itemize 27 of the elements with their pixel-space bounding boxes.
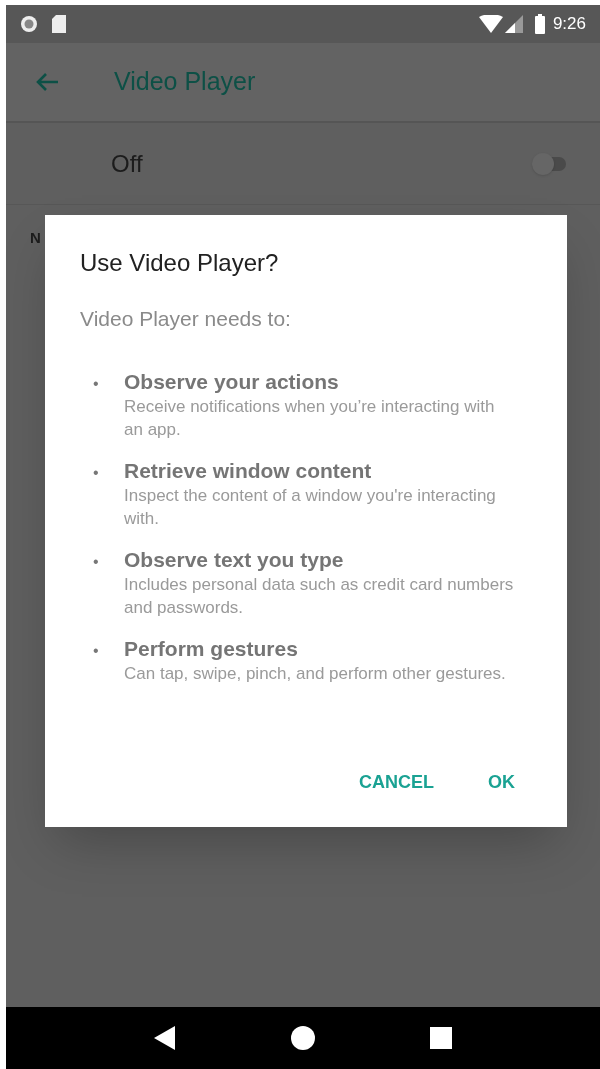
ok-button[interactable]: OK [486,765,517,800]
bullet: • [92,551,100,572]
bullet: • [92,462,100,483]
home-icon[interactable] [291,1026,315,1050]
battery-icon [534,14,545,34]
app-bar-title: Video Player [114,66,256,98]
dialog-subtitle: Video Player needs to: [80,306,291,332]
switch-label: Off [111,148,143,179]
section-heading: N [30,228,41,248]
status-time: 9:26 [552,13,586,36]
sd-card-icon [51,14,67,34]
permission-title: Observe your actions [124,368,339,395]
signal-icon [504,15,523,33]
permission-description: Can tap, swipe, pinch, and perform other gestures. [124,662,507,685]
permission-title: Observe text you type [124,546,344,573]
permission-description: Inspect the content of a window you're interacting with. [124,484,497,530]
record-icon [20,15,38,33]
bullet: • [92,373,100,394]
cancel-button[interactable]: CANCEL [357,765,436,800]
permission-description: Includes personal data such as credit card numbers and passwords. [124,573,514,619]
recents-icon[interactable] [430,1027,453,1049]
back-icon[interactable] [153,1026,176,1050]
bullet: • [92,640,100,661]
permission-description: Receive notifications when you’re interacting with an app. [124,395,496,441]
dialog-title: Use Video Player? [80,248,279,278]
permission-title: Perform gestures [124,635,298,662]
permission-title: Retrieve window content [124,457,372,484]
